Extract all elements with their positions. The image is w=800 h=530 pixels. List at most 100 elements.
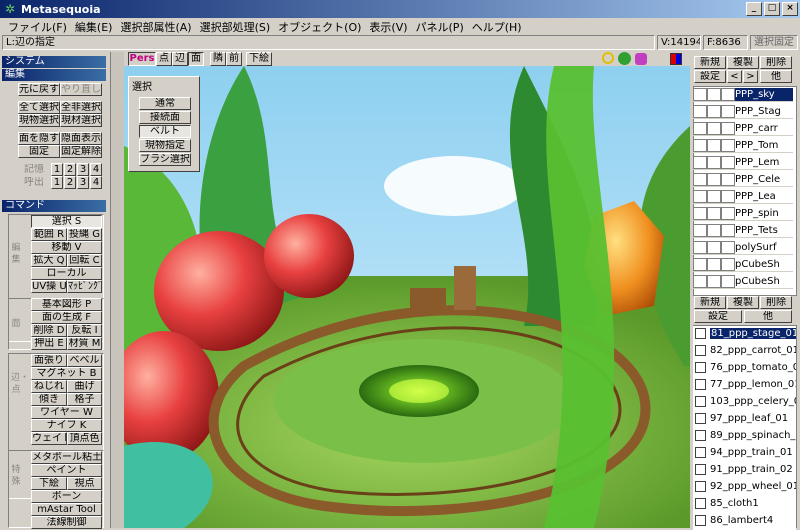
- material-row[interactable]: 85_cloth1: [693, 496, 796, 513]
- object-prev-button[interactable]: <: [727, 70, 742, 83]
- object-row[interactable]: PPP_spin: [693, 207, 793, 221]
- rotate-tool-button[interactable]: 回転 C: [67, 254, 102, 267]
- metaball-button[interactable]: メタボール粘土: [31, 451, 102, 464]
- skew-tool-button[interactable]: 傾き: [31, 393, 67, 406]
- edit-check-icon[interactable]: [721, 105, 735, 118]
- edit-check-icon[interactable]: [721, 224, 735, 237]
- minimize-button[interactable]: _: [746, 2, 762, 16]
- underlay-button[interactable]: 下絵: [31, 477, 67, 490]
- select-material-button[interactable]: 現材選択: [60, 114, 102, 127]
- edit-check-icon[interactable]: [721, 122, 735, 135]
- material-checkbox[interactable]: [695, 344, 706, 356]
- select-tool-button[interactable]: 選択 S: [31, 215, 102, 228]
- edit-check-icon[interactable]: [721, 139, 735, 152]
- material-row[interactable]: 81_ppp_stage_01: [693, 326, 796, 343]
- object-row[interactable]: pCubeSh: [693, 275, 793, 289]
- material-row[interactable]: 94_ppp_train_01: [693, 445, 796, 462]
- eye-icon[interactable]: [693, 122, 707, 135]
- edit-check-icon[interactable]: [721, 88, 735, 101]
- knife-tool-button[interactable]: ナイフ K: [31, 419, 102, 432]
- lock-icon[interactable]: [707, 258, 721, 271]
- object-row[interactable]: pCubeSh: [693, 258, 793, 272]
- bend-tool-button[interactable]: 曲げ: [67, 380, 102, 393]
- material-checkbox[interactable]: [695, 412, 706, 424]
- primitive-tool-button[interactable]: 基本図形 P: [31, 298, 102, 311]
- material-delete-button[interactable]: 削除: [760, 296, 792, 309]
- command-header[interactable]: コマンド: [2, 200, 106, 212]
- eye-icon[interactable]: [693, 173, 707, 186]
- edit-header[interactable]: 編集: [2, 69, 106, 81]
- object-row[interactable]: PPP_Lem: [693, 156, 793, 170]
- magnet-tool-button[interactable]: マグネット B: [31, 367, 102, 380]
- material-checkbox[interactable]: [695, 429, 706, 441]
- object-row[interactable]: polySurf: [693, 241, 793, 255]
- bone-button[interactable]: ボーン: [31, 490, 102, 503]
- lock-icon[interactable]: [707, 139, 721, 152]
- edit-check-icon[interactable]: [721, 258, 735, 271]
- material-checkbox[interactable]: [695, 446, 706, 458]
- object-row[interactable]: PPP_Stag: [693, 105, 793, 119]
- show-hidden-button[interactable]: 隠面表示: [60, 132, 102, 145]
- material-row[interactable]: 76_ppp_tomato_01: [693, 360, 796, 377]
- material-row[interactable]: 77_ppp_lemon_01: [693, 377, 796, 394]
- tab-vertex[interactable]: 点: [156, 52, 172, 66]
- eye-icon[interactable]: [693, 224, 707, 237]
- object-row[interactable]: PPP_Tom: [693, 139, 793, 153]
- bevel-button[interactable]: ベベル: [67, 354, 102, 367]
- material-checkbox[interactable]: [695, 480, 706, 492]
- move-tool-button[interactable]: 移動 V: [31, 241, 102, 254]
- edit-check-icon[interactable]: [721, 156, 735, 169]
- edit-check-icon[interactable]: [721, 241, 735, 254]
- material-checkbox[interactable]: [695, 361, 706, 373]
- panel-splitter[interactable]: [110, 52, 124, 528]
- local-tool-button[interactable]: ローカル: [31, 267, 102, 280]
- select-object-specify-button[interactable]: 現物指定: [139, 139, 191, 152]
- face-fill-button[interactable]: 面張り: [31, 354, 67, 367]
- tab-underlay[interactable]: 下絵: [246, 52, 272, 66]
- zoom-icon[interactable]: [602, 52, 614, 64]
- close-button[interactable]: ×: [782, 2, 798, 16]
- material-checkbox[interactable]: [695, 378, 706, 390]
- lock-icon[interactable]: [707, 207, 721, 220]
- material-settings-button[interactable]: 設定: [694, 310, 742, 323]
- twist-tool-button[interactable]: ねじれ: [31, 380, 67, 393]
- material-checkbox[interactable]: [695, 395, 706, 407]
- menu-help[interactable]: ヘルプ(H): [468, 19, 526, 35]
- lock-icon[interactable]: [707, 224, 721, 237]
- material-duplicate-button[interactable]: 複製: [727, 296, 759, 309]
- lock-icon[interactable]: [707, 105, 721, 118]
- viewpoint-button[interactable]: 視点: [67, 477, 102, 490]
- recall-slot-3[interactable]: 3: [77, 176, 89, 189]
- edit-check-icon[interactable]: [721, 173, 735, 186]
- object-next-button[interactable]: >: [743, 70, 758, 83]
- object-duplicate-button[interactable]: 複製: [727, 56, 759, 69]
- object-row[interactable]: PPP_Cele: [693, 173, 793, 187]
- tab-adjacent[interactable]: 隣: [210, 52, 226, 66]
- tab-face[interactable]: 面: [188, 52, 204, 66]
- lock-icon[interactable]: [707, 122, 721, 135]
- lock-icon[interactable]: [707, 275, 721, 288]
- memory-slot-3[interactable]: 3: [77, 163, 89, 176]
- menu-edit[interactable]: 編集(E): [71, 19, 117, 35]
- menu-view[interactable]: 表示(V): [365, 19, 411, 35]
- memory-slot-4[interactable]: 4: [90, 163, 102, 176]
- mapping-tool-button[interactable]: ﾏｯﾋﾟﾝｸﾞ: [67, 280, 102, 293]
- material-tool-button[interactable]: 材質 M: [67, 337, 102, 350]
- menu-selection-attributes[interactable]: 選択部属性(A): [116, 19, 195, 35]
- tab-front[interactable]: 前: [226, 52, 242, 66]
- material-more-button[interactable]: 他: [744, 310, 792, 323]
- lock-icon[interactable]: [707, 190, 721, 203]
- maximize-button[interactable]: □: [764, 2, 780, 16]
- material-row[interactable]: 97_ppp_leaf_01: [693, 411, 796, 428]
- material-row[interactable]: 103_ppp_celery_0: [693, 394, 796, 411]
- redo-button[interactable]: やり直し: [60, 83, 102, 96]
- lattice-tool-button[interactable]: 格子: [67, 393, 102, 406]
- recall-slot-2[interactable]: 2: [64, 176, 76, 189]
- menu-file[interactable]: ファイル(F): [4, 19, 71, 35]
- material-row[interactable]: 91_ppp_train_02: [693, 462, 796, 479]
- eye-icon[interactable]: [693, 156, 707, 169]
- material-checkbox[interactable]: [695, 514, 706, 526]
- eye-icon[interactable]: [693, 207, 707, 220]
- range-tool-button[interactable]: 範囲 R: [31, 228, 67, 241]
- lock-icon[interactable]: [707, 173, 721, 186]
